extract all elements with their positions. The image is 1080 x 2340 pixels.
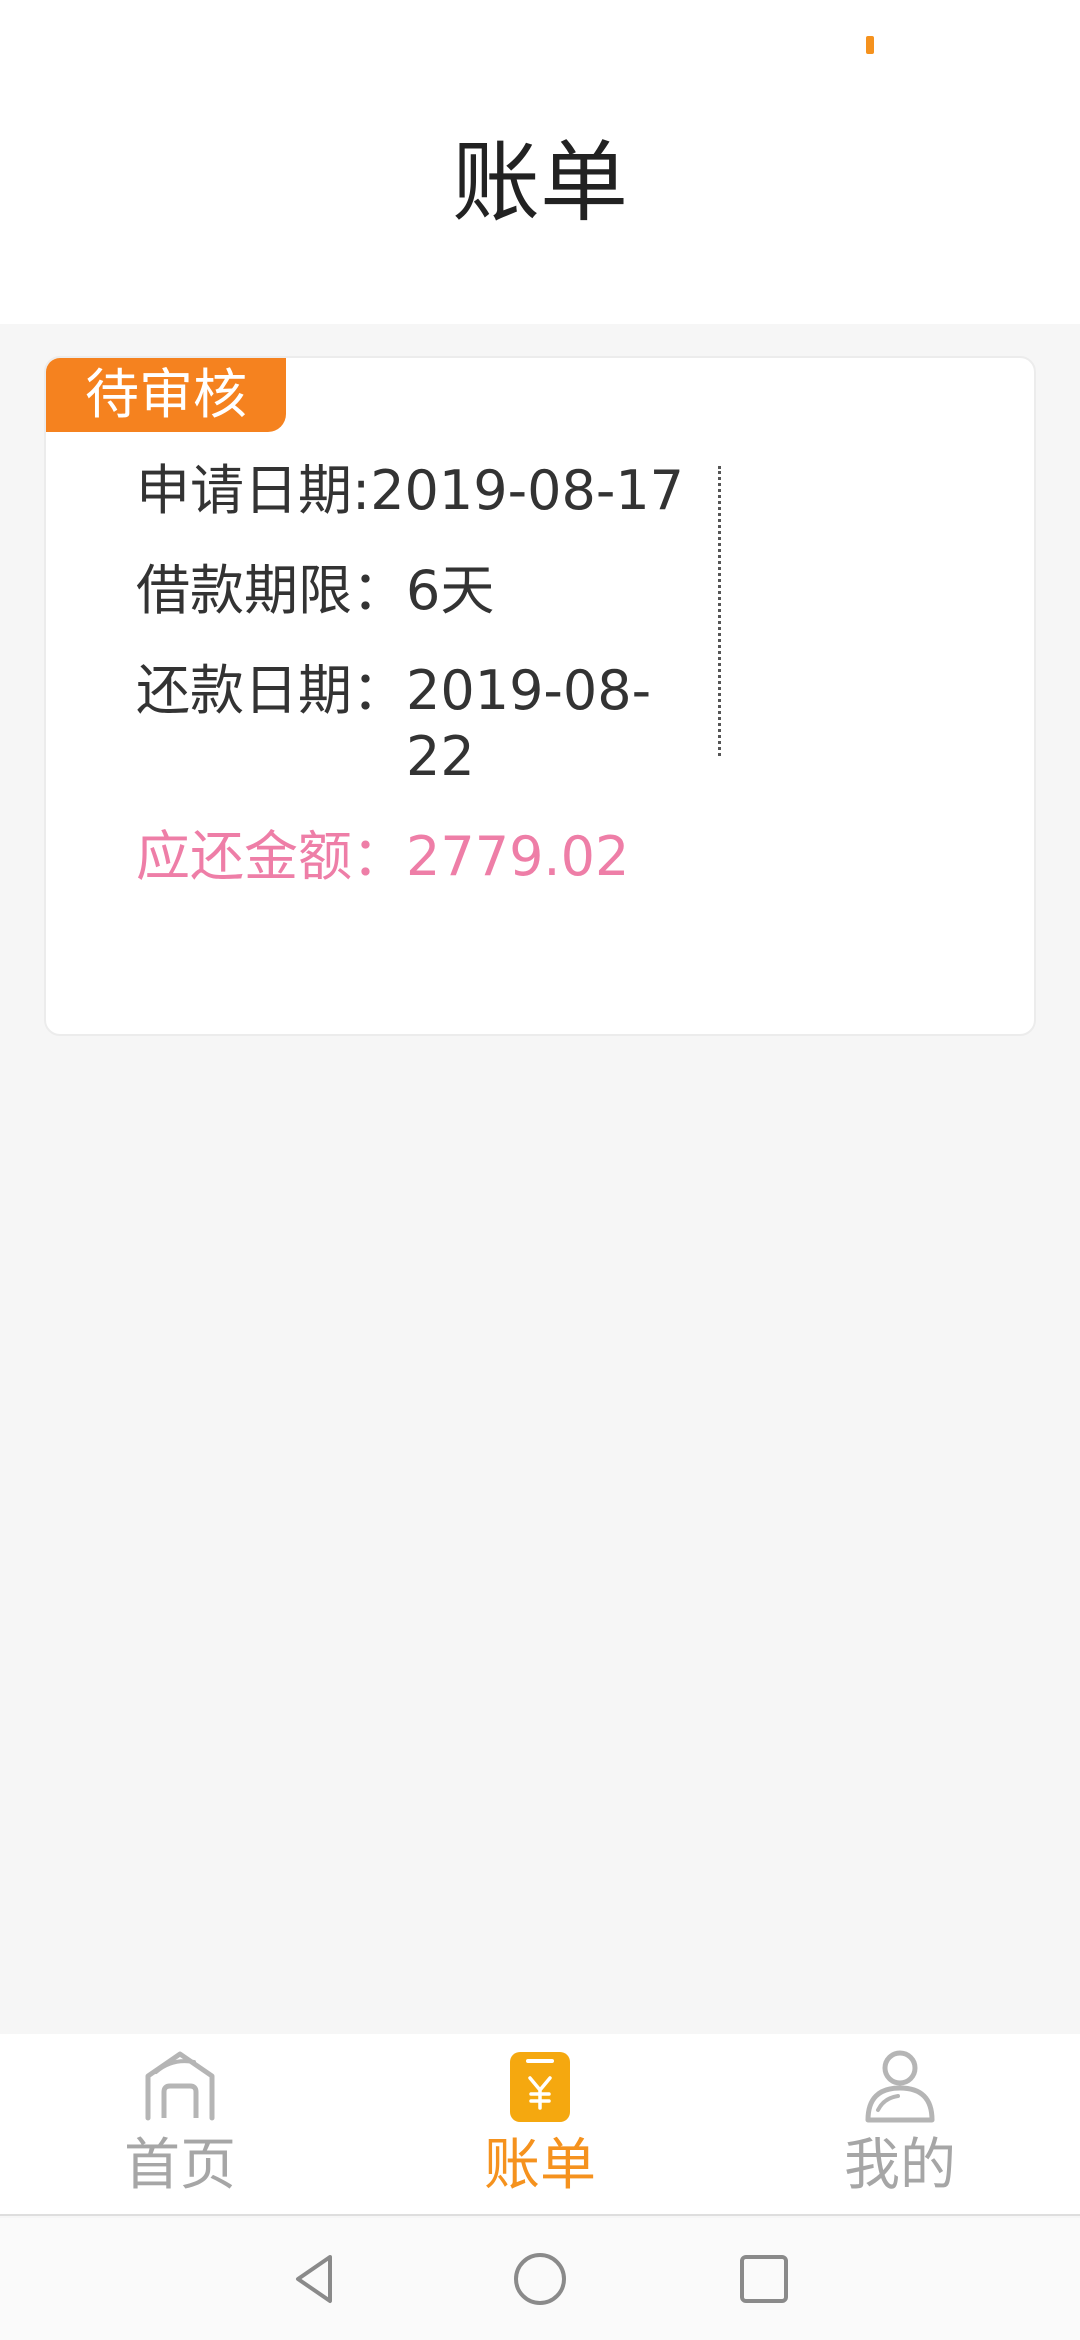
repay-date-value: 2019-08-22 xyxy=(406,659,652,788)
status-badge: 待审核 xyxy=(46,358,286,432)
term-value: 6天 xyxy=(406,559,495,622)
tab-home[interactable]: 首页 xyxy=(0,2034,360,2214)
apply-date-value: 2019-08-17 xyxy=(370,459,685,522)
tab-home-label: 首页 xyxy=(124,2133,236,2198)
amount-value: 2779.02 xyxy=(406,825,630,888)
recents-square-icon[interactable] xyxy=(734,2249,794,2309)
term-row: 借款期限： 6天 xyxy=(136,558,736,624)
repay-date-label: 还款日期： xyxy=(136,659,406,722)
tab-bill[interactable]: 账单 xyxy=(360,2034,720,2214)
apply-date-row: 申请日期: 2019-08-17 xyxy=(136,458,736,524)
home-circle-icon[interactable] xyxy=(510,2249,570,2309)
home-icon xyxy=(145,2051,215,2121)
term-label: 借款期限： xyxy=(136,559,406,622)
bill-info: 申请日期: 2019-08-17 借款期限： 6天 还款日期： 2019-08-… xyxy=(136,458,736,924)
apply-date-label: 申请日期: xyxy=(136,459,371,522)
tab-mine-label: 我的 xyxy=(844,2133,956,2198)
system-nav-bar xyxy=(0,2218,1080,2340)
person-icon xyxy=(865,2050,935,2123)
dotted-divider xyxy=(718,466,721,756)
bill-page: 账单 待审核 申请日期: 2019-08-17 借款期限： 6天 还款日期： 2… xyxy=(0,0,1080,2340)
tab-mine[interactable]: 我的 xyxy=(720,2034,1080,2214)
page-title: 账单 xyxy=(451,131,628,234)
bottom-tab-bar: 首页 账单 我的 xyxy=(0,2034,1080,2216)
bill-card[interactable]: 待审核 申请日期: 2019-08-17 借款期限： 6天 还款日期： 2019… xyxy=(44,356,1036,1036)
bill-icon xyxy=(510,2052,570,2122)
amount-row: 应还金额： 2779.02 xyxy=(136,824,736,890)
tab-bill-label: 账单 xyxy=(484,2133,596,2198)
back-triangle-icon[interactable] xyxy=(286,2249,346,2309)
header: 账单 xyxy=(0,0,1080,324)
repay-date-row: 还款日期： 2019-08-22 xyxy=(136,658,736,790)
amount-label: 应还金额： xyxy=(136,825,406,888)
status-indicator xyxy=(866,36,874,54)
